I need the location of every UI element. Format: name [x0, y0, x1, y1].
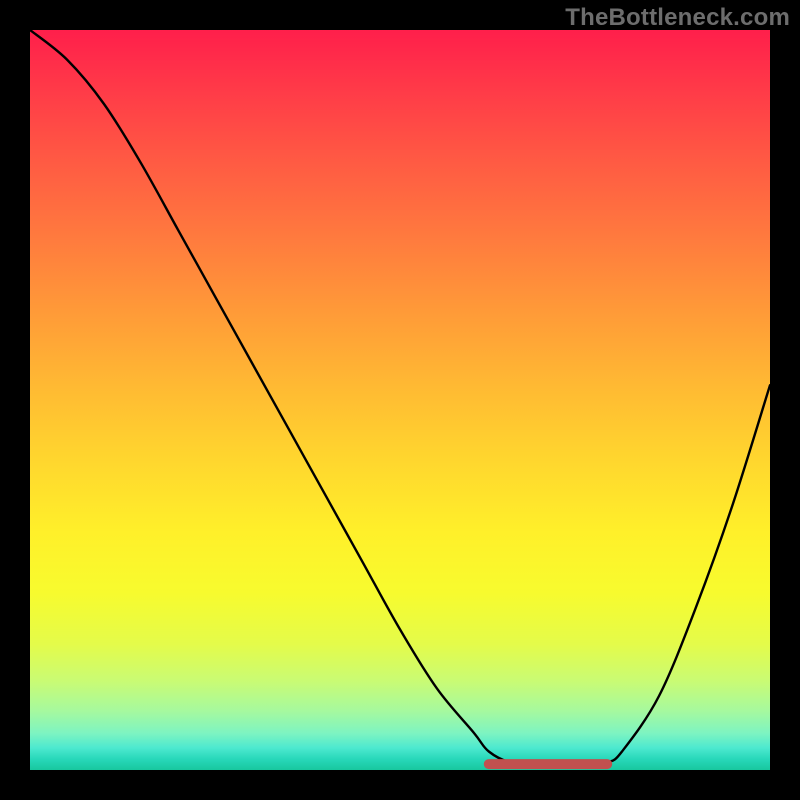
plot-area [30, 30, 770, 770]
curve-layer [30, 30, 770, 770]
bottleneck-curve [30, 30, 770, 767]
watermark-text: TheBottleneck.com [565, 4, 790, 32]
chart-container: TheBottleneck.com [0, 0, 800, 800]
